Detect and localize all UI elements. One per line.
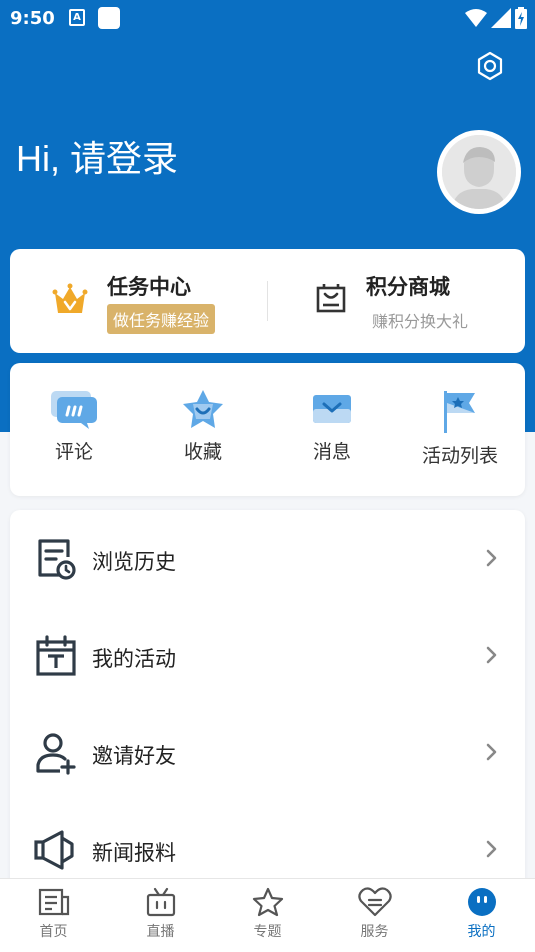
menu-item-invite-friends[interactable]: 邀请好友 (10, 704, 525, 801)
chevron-right-icon (486, 840, 497, 858)
nav-tab-label: 我的 (467, 924, 496, 940)
nav-tab-label: 服务 (360, 924, 389, 940)
menu-item-label: 我的活动 (92, 647, 176, 671)
notification-a-icon: A (69, 9, 85, 26)
task-center-entry[interactable]: 任务中心 做任务赚经验 (10, 249, 267, 353)
menu-item-history[interactable]: 浏览历史 (10, 510, 525, 607)
avatar[interactable] (437, 130, 521, 214)
login-greeting[interactable]: Hi, 请登录 (16, 130, 178, 182)
points-mall-subtitle: 赚积分换大礼 (372, 312, 469, 331)
status-bar: 9:50 A (0, 0, 535, 36)
quick-action-comment[interactable]: 评论 (10, 389, 138, 464)
star-icon (252, 887, 283, 917)
favorite-star-icon (183, 390, 223, 428)
history-icon (38, 539, 76, 580)
menu-list: 浏览历史 我的活动 邀请好友 新闻报料 (10, 510, 525, 890)
nav-tab-home[interactable]: 首页 (0, 887, 107, 941)
status-icons (465, 7, 527, 29)
quick-action-label: 消息 (312, 441, 351, 463)
bottom-navigation: 首页 直播 专题 服务 我的 (0, 878, 535, 952)
nav-tab-label: 专题 (253, 924, 282, 940)
nav-tab-topics[interactable]: 专题 (214, 887, 321, 941)
menu-item-label: 浏览历史 (92, 550, 176, 574)
battery-icon (515, 7, 527, 29)
points-mall-title: 积分商城 (366, 275, 450, 299)
nav-tab-label: 直播 (146, 924, 175, 940)
task-center-badge: 做任务赚经验 (107, 304, 216, 334)
chevron-right-icon (486, 549, 497, 567)
default-avatar-icon (442, 135, 516, 209)
megaphone-icon (34, 830, 74, 870)
task-points-card: 任务中心 做任务赚经验 积分商城 赚积分换大礼 (10, 249, 525, 353)
wifi-icon (465, 9, 487, 27)
shopping-bag-icon (316, 284, 346, 313)
task-center-title: 任务中心 (107, 275, 191, 299)
comment-icon (51, 391, 97, 429)
nav-tab-services[interactable]: 服务 (321, 887, 428, 941)
points-mall-entry[interactable]: 积分商城 赚积分换大礼 (268, 249, 525, 353)
menu-item-label: 邀请好友 (92, 744, 176, 768)
nav-tab-mine[interactable]: 我的 (428, 887, 535, 941)
crown-icon (52, 283, 88, 313)
quick-actions-card: 评论 收藏 消息 活动列表 (10, 363, 525, 496)
status-time: 9:50 (10, 8, 55, 29)
chevron-right-icon (486, 743, 497, 761)
calendar-icon (36, 635, 76, 676)
quick-action-activity-list[interactable]: 活动列表 (396, 389, 524, 468)
chevron-right-icon (486, 646, 497, 664)
service-heart-icon (357, 887, 392, 917)
signal-icon (491, 8, 511, 28)
home-news-icon (38, 888, 69, 916)
gear-hexagon-icon[interactable] (474, 50, 506, 82)
menu-item-news-tips[interactable]: 新闻报料 (10, 801, 525, 890)
flag-icon (444, 391, 475, 433)
invite-user-icon (36, 733, 76, 775)
nav-tab-label: 首页 (39, 924, 68, 940)
tv-icon (146, 887, 175, 917)
nav-tab-live[interactable]: 直播 (107, 887, 214, 941)
quick-action-message[interactable]: 消息 (268, 389, 396, 464)
notification-square-icon (98, 7, 120, 29)
quick-action-label: 收藏 (183, 441, 222, 463)
menu-item-my-activities[interactable]: 我的活动 (10, 607, 525, 704)
quick-action-label: 活动列表 (421, 445, 498, 467)
profile-face-icon (467, 888, 496, 916)
menu-item-label: 新闻报料 (92, 841, 176, 865)
quick-action-label: 评论 (54, 441, 93, 463)
message-envelope-icon (313, 395, 351, 423)
quick-action-favorite[interactable]: 收藏 (139, 389, 267, 464)
